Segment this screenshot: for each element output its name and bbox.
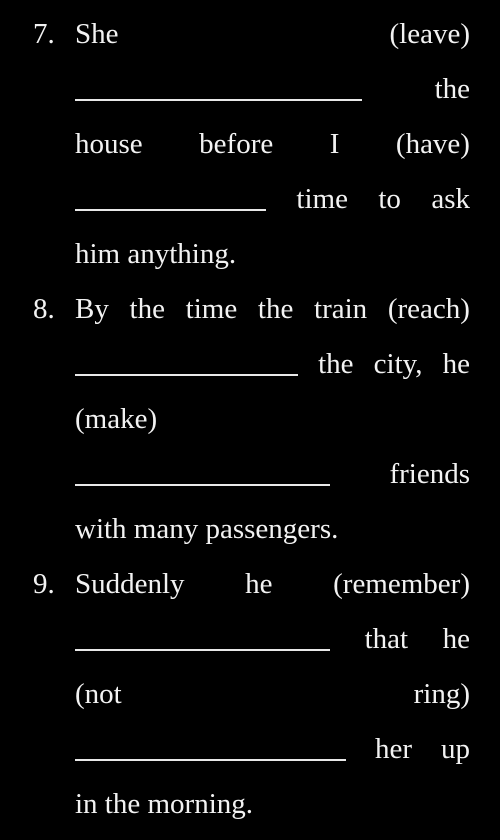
word: that [364, 623, 409, 655]
answer-blank[interactable] [75, 484, 330, 486]
question-line: (make) [75, 399, 470, 439]
question-line: him anything. [75, 234, 470, 274]
word: I [329, 128, 340, 160]
answer-blank[interactable] [75, 209, 266, 211]
word: with many passengers. [75, 513, 339, 545]
word: he [442, 348, 470, 380]
answer-blank[interactable] [75, 374, 298, 376]
word: (reach) [387, 293, 470, 325]
word: (make) [75, 403, 158, 435]
word: before [199, 128, 274, 160]
answer-blank[interactable] [75, 759, 346, 761]
question-line: that he [75, 619, 470, 659]
question-line: the [75, 69, 470, 109]
word: the [434, 73, 470, 105]
answer-blank[interactable] [75, 649, 330, 651]
question-line: her up [75, 729, 470, 769]
word: the [257, 293, 294, 325]
word: the [129, 293, 165, 325]
word: She [75, 18, 119, 50]
question-line: friends [75, 454, 470, 494]
word: friends [389, 458, 470, 490]
word: (not [75, 678, 122, 710]
word: (remember) [333, 568, 470, 600]
word: time [185, 293, 238, 325]
question-line: in the morning. [75, 784, 470, 824]
word: to [378, 183, 401, 215]
word: the [318, 348, 354, 380]
question-line: (not ring) [75, 674, 470, 714]
word: (have) [395, 128, 470, 160]
question-number: 9. [33, 568, 55, 600]
word: city, [373, 348, 423, 380]
word: house [75, 128, 143, 160]
question-line: the city, he [75, 344, 470, 384]
word: he [245, 568, 273, 600]
word: ring) [413, 678, 470, 710]
word: train [314, 293, 368, 325]
question-number: 7. [33, 18, 55, 50]
word: him anything. [75, 238, 237, 270]
question-line: house before I (have) [75, 124, 470, 164]
word: ask [431, 183, 470, 215]
word: in the morning. [75, 788, 254, 820]
question-number: 8. [33, 293, 55, 325]
question-line: with many passengers. [75, 509, 470, 549]
word: By [75, 293, 109, 325]
answer-blank[interactable] [75, 99, 362, 101]
word: (leave) [389, 18, 471, 50]
question-line: By the time the train (reach) [75, 289, 470, 329]
word: up [441, 733, 470, 765]
question-line: She (leave) [75, 14, 470, 54]
question-line: Suddenly he (remember) [75, 564, 470, 604]
word: her [374, 733, 413, 765]
question-line: time to ask [75, 179, 470, 219]
word: he [442, 623, 470, 655]
word: Suddenly [75, 568, 185, 600]
word: time [296, 183, 348, 215]
